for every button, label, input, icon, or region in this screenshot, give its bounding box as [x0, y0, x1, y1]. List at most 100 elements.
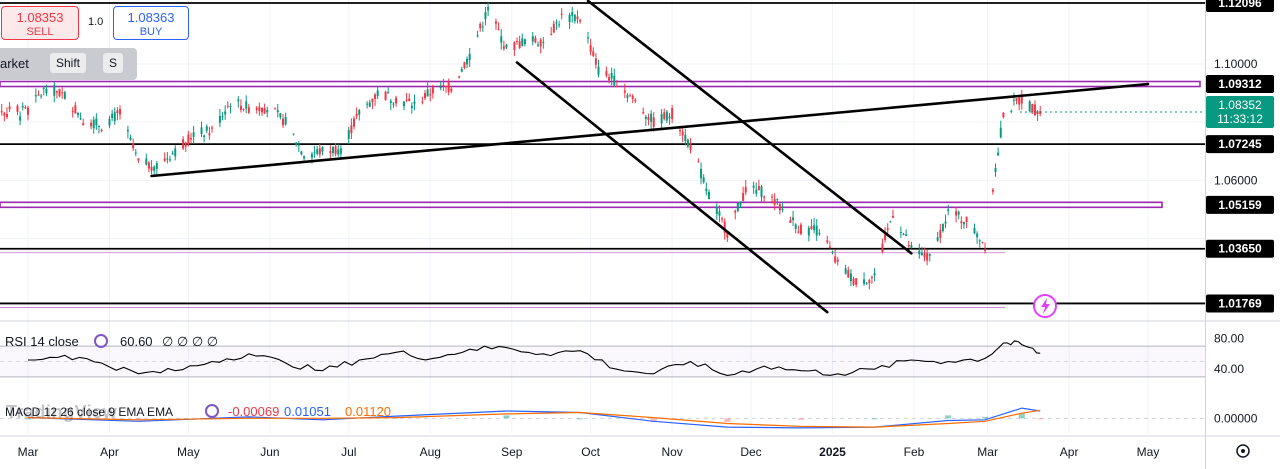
candle	[868, 278, 871, 290]
candle	[1039, 105, 1042, 117]
macd-value: -0.00069	[228, 404, 279, 419]
candle-body	[126, 129, 129, 132]
candle-body	[421, 101, 424, 103]
candle-body	[771, 196, 774, 198]
candle-body	[652, 117, 655, 127]
candle-body	[886, 228, 889, 230]
candle-body	[684, 134, 687, 142]
candle-body	[744, 187, 747, 193]
candle-body	[997, 152, 1000, 156]
candle	[671, 105, 674, 124]
candle-body	[844, 268, 847, 274]
candle	[187, 130, 190, 147]
candle	[597, 59, 600, 78]
rsi-title: RSI 14 close	[5, 334, 79, 349]
candle	[905, 229, 908, 237]
candle	[516, 37, 519, 45]
candle-body	[947, 209, 950, 212]
candle	[552, 20, 555, 34]
candle-body	[468, 54, 471, 61]
candle	[405, 92, 408, 103]
candle	[329, 145, 332, 159]
candle	[147, 161, 150, 173]
candle	[1033, 100, 1036, 117]
candle-body	[350, 125, 353, 134]
candle-body	[868, 280, 871, 284]
candle	[421, 96, 424, 105]
candle-body	[626, 95, 629, 98]
candle	[531, 32, 534, 46]
candle-body	[218, 116, 221, 123]
candle-body	[297, 144, 300, 146]
candle-body	[300, 151, 303, 155]
candle-body	[702, 177, 705, 183]
shift-key[interactable]: Shift	[50, 53, 87, 73]
candle	[190, 132, 193, 144]
candle	[855, 278, 858, 288]
candle	[573, 14, 576, 24]
candle-body	[445, 85, 448, 87]
candle-body	[402, 101, 405, 107]
candle-body	[689, 143, 692, 150]
chart-canvas[interactable]: RSI 14 close 60.60 ∅ ∅ ∅ ∅ MACD 12 26 clos…	[0, 0, 1280, 469]
candle	[389, 98, 392, 111]
candle	[891, 209, 894, 219]
candle-body	[941, 224, 944, 232]
candle	[1015, 98, 1018, 105]
candle-body	[255, 107, 258, 110]
candle-body	[799, 224, 802, 234]
candle-body	[849, 273, 852, 282]
candle-body	[45, 88, 48, 94]
candle-body	[376, 90, 379, 97]
candle-body	[460, 69, 463, 72]
gear-icon	[1236, 444, 1250, 458]
candle-body	[279, 113, 282, 118]
candle	[171, 150, 174, 155]
candle-body	[79, 118, 82, 120]
candle-body	[147, 162, 150, 169]
sell-label: SELL	[26, 26, 54, 38]
candle	[297, 140, 300, 152]
candle	[836, 256, 839, 266]
candle-body	[132, 143, 135, 149]
candle-body	[647, 117, 650, 121]
candle	[42, 85, 45, 96]
candle-body	[274, 108, 277, 110]
rsi-value: 60.60	[120, 334, 153, 349]
time-axis-label: Mar	[18, 445, 39, 459]
candle	[941, 223, 944, 233]
candle	[387, 87, 390, 94]
candle	[707, 189, 710, 200]
candle-body	[494, 21, 497, 24]
candle-body	[552, 23, 555, 33]
candle-body	[119, 108, 122, 115]
lightning-icon	[1033, 294, 1057, 318]
candle-body	[757, 185, 760, 191]
candle-body	[353, 118, 356, 127]
candle	[865, 281, 868, 285]
candle	[260, 107, 263, 116]
time-axis-label: Mar	[977, 445, 998, 459]
level-price-text: 1.07245	[1218, 137, 1262, 151]
candle	[962, 221, 965, 229]
candle-body	[150, 167, 153, 171]
grid	[0, 0, 1280, 469]
candle-body	[836, 259, 839, 262]
candle	[132, 138, 135, 151]
sell-button[interactable]: 1.08353 SELL	[1, 6, 79, 40]
candle-body	[957, 211, 960, 215]
buy-button[interactable]: 1.08363 BUY	[113, 6, 189, 40]
candle-body	[190, 138, 193, 140]
s-key[interactable]: S	[103, 53, 124, 73]
candle-body	[100, 129, 103, 131]
price-axis-label: 1.10000	[1214, 57, 1258, 71]
candle	[237, 96, 240, 108]
candle-body	[90, 122, 93, 127]
candle-body	[266, 109, 269, 113]
candle	[263, 103, 266, 115]
candle-body	[447, 81, 450, 93]
macd-axis-label: 0.00000	[1214, 411, 1258, 425]
candle-body	[847, 270, 850, 278]
candle	[736, 202, 739, 213]
candle	[182, 136, 185, 151]
